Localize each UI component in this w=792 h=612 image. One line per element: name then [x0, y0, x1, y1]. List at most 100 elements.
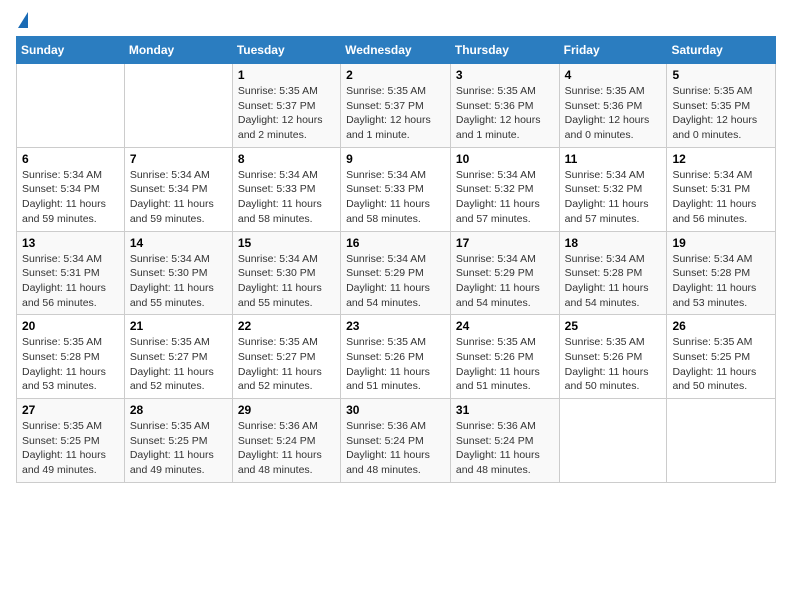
day-info: Sunrise: 5:34 AMSunset: 5:31 PMDaylight:…: [22, 252, 119, 311]
day-number: 6: [22, 152, 119, 166]
calendar-week-0: 1 Sunrise: 5:35 AMSunset: 5:37 PMDaylight…: [17, 64, 776, 148]
calendar-cell: 6 Sunrise: 5:34 AMSunset: 5:34 PMDaylight…: [17, 147, 125, 231]
day-number: 14: [130, 236, 227, 250]
day-number: 5: [672, 68, 770, 82]
header-cell-saturday: Saturday: [667, 37, 776, 64]
header-cell-tuesday: Tuesday: [232, 37, 340, 64]
calendar-cell: 3 Sunrise: 5:35 AMSunset: 5:36 PMDaylight…: [450, 64, 559, 148]
day-number: 29: [238, 403, 335, 417]
calendar-cell: 10 Sunrise: 5:34 AMSunset: 5:32 PMDayligh…: [450, 147, 559, 231]
day-info: Sunrise: 5:34 AMSunset: 5:28 PMDaylight:…: [565, 252, 662, 311]
day-number: 8: [238, 152, 335, 166]
calendar-cell: [124, 64, 232, 148]
day-info: Sunrise: 5:36 AMSunset: 5:24 PMDaylight:…: [456, 419, 554, 478]
day-info: Sunrise: 5:34 AMSunset: 5:32 PMDaylight:…: [565, 168, 662, 227]
day-number: 31: [456, 403, 554, 417]
calendar-cell: 22 Sunrise: 5:35 AMSunset: 5:27 PMDayligh…: [232, 315, 340, 399]
day-info: Sunrise: 5:35 AMSunset: 5:25 PMDaylight:…: [672, 335, 770, 394]
calendar-cell: 31 Sunrise: 5:36 AMSunset: 5:24 PMDayligh…: [450, 399, 559, 483]
header-cell-wednesday: Wednesday: [341, 37, 451, 64]
day-number: 2: [346, 68, 445, 82]
day-info: Sunrise: 5:35 AMSunset: 5:26 PMDaylight:…: [565, 335, 662, 394]
day-info: Sunrise: 5:35 AMSunset: 5:27 PMDaylight:…: [238, 335, 335, 394]
day-info: Sunrise: 5:35 AMSunset: 5:28 PMDaylight:…: [22, 335, 119, 394]
header-cell-monday: Monday: [124, 37, 232, 64]
day-number: 3: [456, 68, 554, 82]
day-info: Sunrise: 5:34 AMSunset: 5:30 PMDaylight:…: [238, 252, 335, 311]
day-info: Sunrise: 5:34 AMSunset: 5:28 PMDaylight:…: [672, 252, 770, 311]
calendar-cell: 12 Sunrise: 5:34 AMSunset: 5:31 PMDayligh…: [667, 147, 776, 231]
day-number: 15: [238, 236, 335, 250]
day-info: Sunrise: 5:35 AMSunset: 5:26 PMDaylight:…: [456, 335, 554, 394]
day-number: 22: [238, 319, 335, 333]
header-row: SundayMondayTuesdayWednesdayThursdayFrid…: [17, 37, 776, 64]
calendar-cell: 1 Sunrise: 5:35 AMSunset: 5:37 PMDaylight…: [232, 64, 340, 148]
calendar-cell: 23 Sunrise: 5:35 AMSunset: 5:26 PMDayligh…: [341, 315, 451, 399]
calendar-cell: [559, 399, 667, 483]
day-info: Sunrise: 5:34 AMSunset: 5:34 PMDaylight:…: [22, 168, 119, 227]
day-number: 17: [456, 236, 554, 250]
day-info: Sunrise: 5:35 AMSunset: 5:35 PMDaylight:…: [672, 84, 770, 143]
header-cell-sunday: Sunday: [17, 37, 125, 64]
calendar-week-1: 6 Sunrise: 5:34 AMSunset: 5:34 PMDaylight…: [17, 147, 776, 231]
day-info: Sunrise: 5:36 AMSunset: 5:24 PMDaylight:…: [238, 419, 335, 478]
day-info: Sunrise: 5:36 AMSunset: 5:24 PMDaylight:…: [346, 419, 445, 478]
calendar-cell: 9 Sunrise: 5:34 AMSunset: 5:33 PMDaylight…: [341, 147, 451, 231]
day-number: 10: [456, 152, 554, 166]
day-info: Sunrise: 5:35 AMSunset: 5:37 PMDaylight:…: [346, 84, 445, 143]
calendar-cell: 8 Sunrise: 5:34 AMSunset: 5:33 PMDaylight…: [232, 147, 340, 231]
day-info: Sunrise: 5:35 AMSunset: 5:37 PMDaylight:…: [238, 84, 335, 143]
day-info: Sunrise: 5:34 AMSunset: 5:29 PMDaylight:…: [456, 252, 554, 311]
calendar-cell: 19 Sunrise: 5:34 AMSunset: 5:28 PMDayligh…: [667, 231, 776, 315]
day-info: Sunrise: 5:35 AMSunset: 5:25 PMDaylight:…: [22, 419, 119, 478]
day-info: Sunrise: 5:34 AMSunset: 5:31 PMDaylight:…: [672, 168, 770, 227]
day-number: 4: [565, 68, 662, 82]
calendar-table: SundayMondayTuesdayWednesdayThursdayFrid…: [16, 36, 776, 483]
calendar-cell: 16Sunrise: 5:34 AMSunset: 5:29 PMDayligh…: [341, 231, 451, 315]
day-number: 25: [565, 319, 662, 333]
calendar-cell: 30 Sunrise: 5:36 AMSunset: 5:24 PMDayligh…: [341, 399, 451, 483]
day-info: Sunrise: 5:34 AMSunset: 5:34 PMDaylight:…: [130, 168, 227, 227]
day-info: Sunrise: 5:34 AMSunset: 5:33 PMDaylight:…: [346, 168, 445, 227]
day-info: Sunrise: 5:35 AMSunset: 5:25 PMDaylight:…: [130, 419, 227, 478]
day-number: 9: [346, 152, 445, 166]
day-number: 16: [346, 236, 445, 250]
day-number: 1: [238, 68, 335, 82]
header-cell-thursday: Thursday: [450, 37, 559, 64]
day-number: 12: [672, 152, 770, 166]
day-number: 28: [130, 403, 227, 417]
calendar-cell: 11 Sunrise: 5:34 AMSunset: 5:32 PMDayligh…: [559, 147, 667, 231]
day-info: Sunrise: 5:35 AMSunset: 5:26 PMDaylight:…: [346, 335, 445, 394]
calendar-cell: [17, 64, 125, 148]
calendar-week-2: 13Sunrise: 5:34 AMSunset: 5:31 PMDayligh…: [17, 231, 776, 315]
day-info: Sunrise: 5:34 AMSunset: 5:32 PMDaylight:…: [456, 168, 554, 227]
day-number: 23: [346, 319, 445, 333]
header-cell-friday: Friday: [559, 37, 667, 64]
calendar-cell: 24Sunrise: 5:35 AMSunset: 5:26 PMDayligh…: [450, 315, 559, 399]
calendar-cell: 28 Sunrise: 5:35 AMSunset: 5:25 PMDayligh…: [124, 399, 232, 483]
day-number: 20: [22, 319, 119, 333]
day-info: Sunrise: 5:35 AMSunset: 5:36 PMDaylight:…: [456, 84, 554, 143]
logo: [16, 16, 28, 28]
day-number: 26: [672, 319, 770, 333]
calendar-cell: [667, 399, 776, 483]
day-number: 30: [346, 403, 445, 417]
logo-triangle-icon: [18, 12, 28, 28]
day-number: 19: [672, 236, 770, 250]
calendar-cell: 14 Sunrise: 5:34 AMSunset: 5:30 PMDayligh…: [124, 231, 232, 315]
calendar-week-3: 20 Sunrise: 5:35 AMSunset: 5:28 PMDayligh…: [17, 315, 776, 399]
day-number: 7: [130, 152, 227, 166]
calendar-cell: 20 Sunrise: 5:35 AMSunset: 5:28 PMDayligh…: [17, 315, 125, 399]
calendar-cell: 17 Sunrise: 5:34 AMSunset: 5:29 PMDayligh…: [450, 231, 559, 315]
day-number: 21: [130, 319, 227, 333]
calendar-cell: 4 Sunrise: 5:35 AMSunset: 5:36 PMDaylight…: [559, 64, 667, 148]
day-info: Sunrise: 5:35 AMSunset: 5:27 PMDaylight:…: [130, 335, 227, 394]
calendar-cell: 13Sunrise: 5:34 AMSunset: 5:31 PMDayligh…: [17, 231, 125, 315]
calendar-cell: 25 Sunrise: 5:35 AMSunset: 5:26 PMDayligh…: [559, 315, 667, 399]
day-info: Sunrise: 5:34 AMSunset: 5:30 PMDaylight:…: [130, 252, 227, 311]
calendar-cell: 29 Sunrise: 5:36 AMSunset: 5:24 PMDayligh…: [232, 399, 340, 483]
day-info: Sunrise: 5:34 AMSunset: 5:33 PMDaylight:…: [238, 168, 335, 227]
day-info: Sunrise: 5:35 AMSunset: 5:36 PMDaylight:…: [565, 84, 662, 143]
day-number: 11: [565, 152, 662, 166]
calendar-cell: 27Sunrise: 5:35 AMSunset: 5:25 PMDayligh…: [17, 399, 125, 483]
